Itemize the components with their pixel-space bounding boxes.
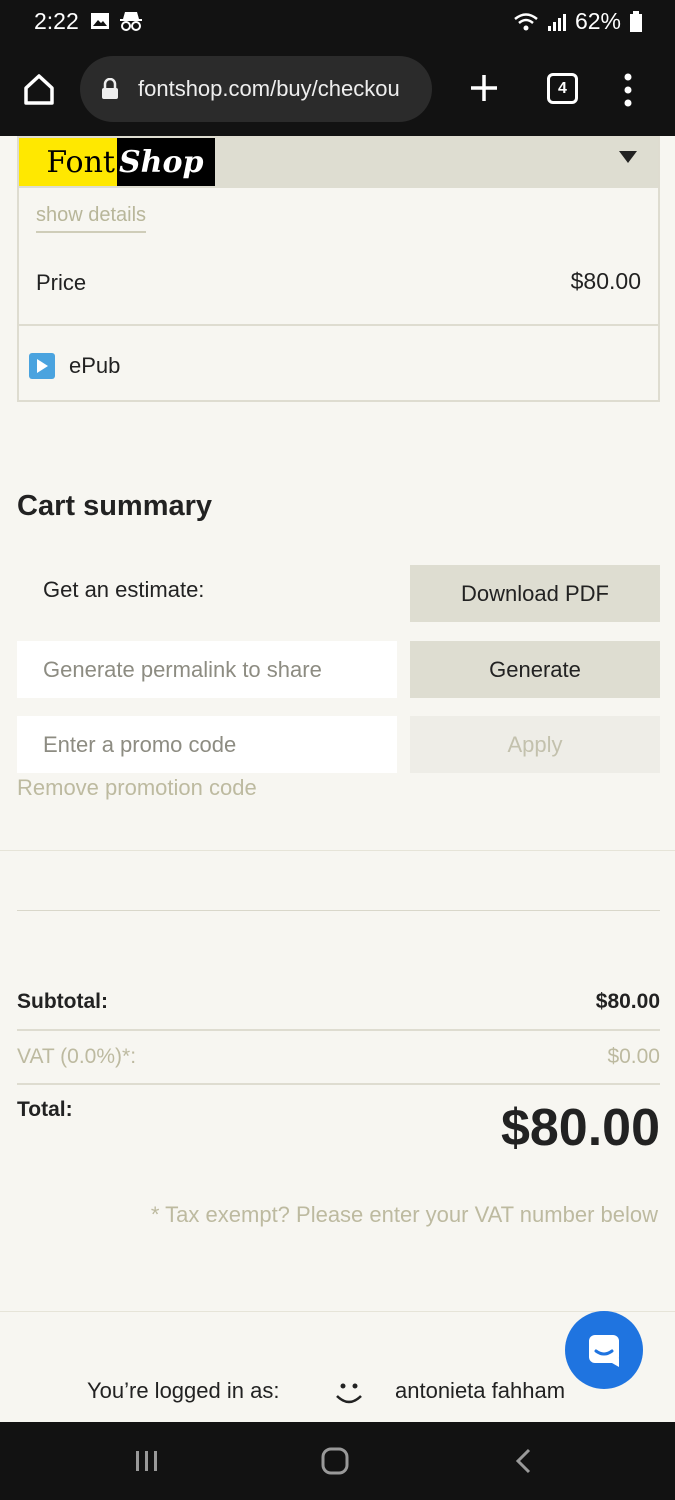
vat-row: VAT (0.0%)*: $0.00	[17, 1045, 660, 1085]
battery-icon	[630, 10, 642, 32]
divider	[17, 1029, 660, 1031]
product-card-header[interactable]: Font Shop	[19, 138, 658, 188]
smiley-avatar-icon	[336, 1383, 362, 1404]
status-left-icons	[90, 10, 144, 32]
total-row: Total: $80.00	[17, 1098, 660, 1168]
total-label: Total:	[17, 1098, 73, 1121]
incognito-icon	[120, 12, 142, 31]
remove-promo-link[interactable]: Remove promotion code	[17, 775, 257, 801]
total-value: $80.00	[500, 1099, 660, 1157]
chat-button[interactable]	[565, 1311, 643, 1389]
logo-shop-text: Shop	[117, 138, 215, 186]
generate-button[interactable]: Generate	[410, 641, 660, 698]
subtotal-label: Subtotal:	[17, 990, 108, 1013]
chat-icon	[589, 1335, 619, 1367]
fontshop-logo: Font Shop	[19, 138, 215, 186]
divider	[0, 1311, 675, 1312]
new-tab-icon[interactable]	[468, 72, 500, 104]
status-bar: 2:22 62%	[0, 0, 675, 44]
logo-font-text: Font	[19, 138, 117, 186]
image-notification-icon	[91, 13, 109, 29]
address-bar[interactable]: fontshop.com/buy/checkou	[80, 56, 432, 122]
status-right: 62%	[513, 8, 643, 35]
price-row: Price $80.00	[19, 250, 658, 326]
format-row: ePub	[29, 353, 120, 379]
product-card: Font Shop show details Price $80.00 ePub	[17, 136, 660, 402]
estimate-label: Get an estimate:	[43, 577, 205, 602]
tab-switcher-button[interactable]: 4	[547, 73, 578, 104]
promo-code-input[interactable]: Enter a promo code	[17, 716, 397, 773]
divider	[0, 850, 675, 851]
permalink-field[interactable]: Generate permalink to share	[17, 641, 397, 698]
subtotal-row: Subtotal: $80.00	[17, 990, 660, 1030]
wifi-icon	[514, 12, 538, 30]
divider	[17, 910, 660, 911]
logged-in-label: You’re logged in as:	[87, 1378, 280, 1403]
more-options-icon[interactable]	[618, 72, 638, 108]
system-nav-bar	[0, 1422, 675, 1500]
divider	[17, 1083, 660, 1085]
price-value: $80.00	[570, 268, 641, 294]
play-icon	[29, 353, 55, 379]
lock-icon	[102, 78, 118, 99]
tax-exempt-note[interactable]: * Tax exempt? Please enter your VAT numb…	[151, 1202, 658, 1228]
signal-icon	[547, 13, 566, 31]
vat-value: $0.00	[607, 1045, 660, 1068]
format-label: ePub	[69, 353, 121, 378]
cart-summary-title: Cart summary	[17, 490, 213, 522]
back-icon[interactable]	[514, 1447, 532, 1475]
browser-toolbar: fontshop.com/buy/checkou 4	[0, 44, 675, 136]
status-time: 2:22	[34, 8, 79, 34]
price-label: Price	[36, 270, 87, 295]
user-name: antonieta fahham	[395, 1378, 566, 1403]
subtotal-value: $80.00	[595, 990, 660, 1013]
show-details-link[interactable]: show details	[36, 204, 147, 233]
download-pdf-button[interactable]: Download PDF	[410, 565, 660, 622]
home-nav-icon[interactable]	[321, 1447, 349, 1475]
home-icon[interactable]	[22, 72, 56, 106]
recent-apps-icon[interactable]	[134, 1449, 160, 1473]
caret-down-icon[interactable]	[618, 150, 638, 164]
vat-label: VAT (0.0%)*:	[17, 1045, 137, 1068]
battery-percent: 62%	[574, 8, 621, 34]
apply-button[interactable]: Apply	[410, 716, 660, 773]
